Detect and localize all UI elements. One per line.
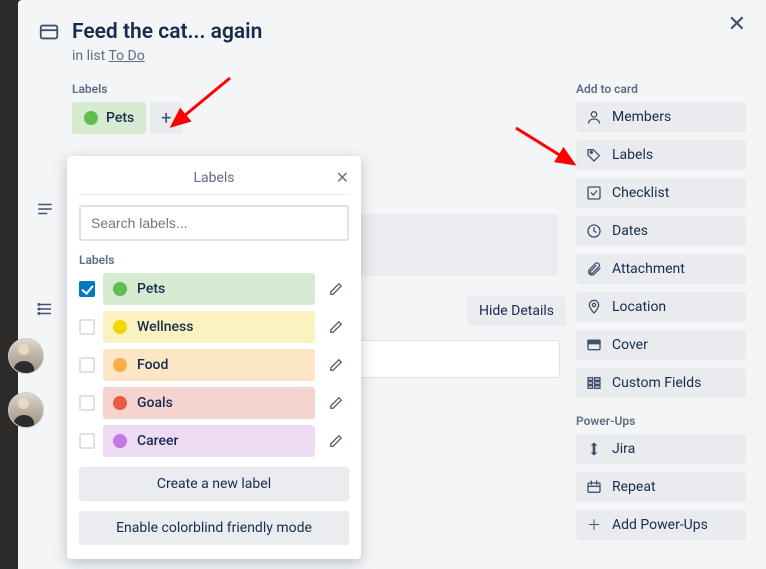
close-card-button[interactable]: ✕ [728, 14, 746, 36]
label-name: Wellness [137, 319, 193, 335]
sidebar-item-label: Location [612, 299, 666, 315]
powerups-heading: Power-Ups [576, 414, 746, 428]
label-checkbox[interactable] [79, 319, 95, 335]
popover-section-label: Labels [79, 253, 349, 267]
label-dot [113, 434, 127, 448]
create-label-button[interactable]: Create a new label [79, 467, 349, 501]
label-row-pets: Pets [79, 273, 349, 305]
card-sidebar: Add to card Members Labels Checklist Dates A… [576, 82, 746, 548]
fields-icon [586, 375, 602, 391]
label-dot [84, 111, 98, 125]
add-powerups-button[interactable]: ＋ Add Power-Ups [576, 510, 746, 540]
label-name: Career [137, 433, 178, 449]
label-row-goals: Goals [79, 387, 349, 419]
sidebar-item-label: Attachment [612, 261, 685, 277]
edit-label-button[interactable] [323, 428, 349, 454]
clock-icon [586, 223, 602, 239]
label-bar[interactable]: Goals [103, 387, 315, 419]
colorblind-mode-button[interactable]: Enable colorblind friendly mode [79, 511, 349, 545]
sidebar-members-button[interactable]: Members [576, 102, 746, 132]
label-checkbox[interactable] [79, 281, 95, 297]
label-row-career: Career [79, 425, 349, 457]
card-title[interactable]: Feed the cat... again [72, 20, 262, 44]
add-label-button[interactable]: + [150, 102, 182, 134]
label-chip-pets[interactable]: Pets [72, 102, 146, 134]
label-bar[interactable]: Pets [103, 273, 315, 305]
label-search-input[interactable] [79, 205, 349, 241]
label-dot [113, 320, 127, 334]
powerup-repeat-button[interactable]: Repeat [576, 472, 746, 502]
label-checkbox[interactable] [79, 357, 95, 373]
edit-label-button[interactable] [323, 276, 349, 302]
sidebar-location-button[interactable]: Location [576, 292, 746, 322]
label-bar[interactable]: Food [103, 349, 315, 381]
sidebar-item-label: Custom Fields [612, 375, 701, 391]
label-checkbox[interactable] [79, 433, 95, 449]
popover-title: Labels [193, 170, 234, 186]
paperclip-icon [586, 261, 602, 277]
label-name: Food [137, 357, 168, 373]
list-link[interactable]: To Do [108, 48, 144, 64]
sidebar-customfields-button[interactable]: Custom Fields [576, 368, 746, 398]
description-icon [36, 200, 54, 223]
sidebar-item-label: Checklist [612, 185, 669, 201]
powerup-jira-button[interactable]: Jira [576, 434, 746, 464]
sidebar-item-label: Cover [612, 337, 648, 353]
label-bar[interactable]: Wellness [103, 311, 315, 343]
label-bar[interactable]: Career [103, 425, 315, 457]
edit-label-button[interactable] [323, 390, 349, 416]
card-icon [38, 21, 60, 43]
sidebar-item-label: Labels [612, 147, 653, 163]
cover-icon [586, 337, 602, 353]
label-row-food: Food [79, 349, 349, 381]
labels-popover: Labels ✕ Labels Pets Wellness Food Goals Car… [67, 156, 361, 559]
edit-label-button[interactable] [323, 314, 349, 340]
plus-icon: ＋ [586, 517, 602, 533]
sidebar-item-label: Repeat [612, 479, 656, 495]
card-subtitle: in list To Do [72, 48, 746, 64]
sidebar-item-label: Dates [612, 223, 648, 239]
add-to-card-heading: Add to card [576, 82, 746, 96]
label-name: Pets [137, 281, 165, 297]
label-chip-text: Pets [106, 110, 134, 126]
labels-heading: Labels [72, 82, 560, 96]
sidebar-checklist-button[interactable]: Checklist [576, 178, 746, 208]
sidebar-dates-button[interactable]: Dates [576, 216, 746, 246]
label-checkbox[interactable] [79, 395, 95, 411]
activity-icon [36, 300, 54, 323]
label-dot [113, 396, 127, 410]
hide-details-button[interactable]: Hide Details [467, 296, 566, 326]
label-dot [113, 282, 127, 296]
sidebar-attachment-button[interactable]: Attachment [576, 254, 746, 284]
sidebar-item-label: Jira [612, 441, 635, 457]
popover-close-button[interactable]: ✕ [336, 168, 349, 187]
member-avatar[interactable] [8, 392, 44, 428]
label-name: Goals [137, 395, 173, 411]
label-dot [113, 358, 127, 372]
jira-icon [586, 441, 602, 457]
user-icon [586, 109, 602, 125]
sidebar-cover-button[interactable]: Cover [576, 330, 746, 360]
repeat-icon [586, 479, 602, 495]
tag-icon [586, 147, 602, 163]
edit-label-button[interactable] [323, 352, 349, 378]
sidebar-item-label: Members [612, 109, 671, 125]
label-row-wellness: Wellness [79, 311, 349, 343]
check-icon [586, 185, 602, 201]
pin-icon [586, 299, 602, 315]
member-avatar[interactable] [8, 338, 44, 374]
sidebar-labels-button[interactable]: Labels [576, 140, 746, 170]
